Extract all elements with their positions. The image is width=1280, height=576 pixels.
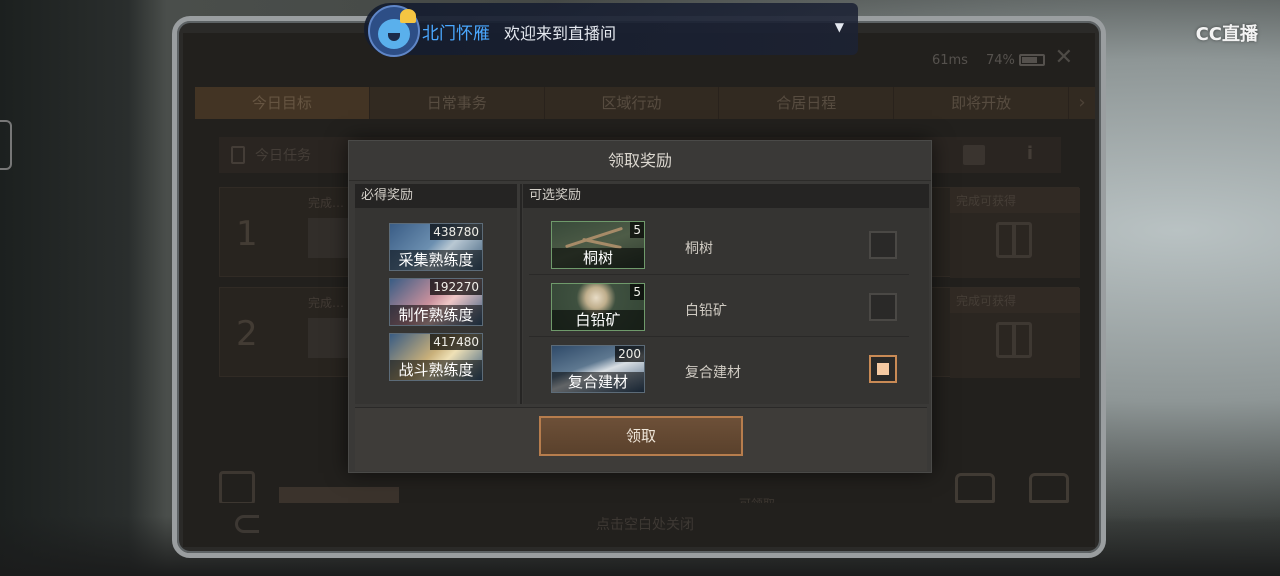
item-quantity: 417480	[430, 334, 482, 350]
optional-reward-row[interactable]: 200 复合建材 复合建材	[529, 341, 909, 399]
item-quantity: 192270	[430, 279, 482, 295]
reward-item[interactable]: 438780 采集熟练度	[389, 223, 483, 271]
viewer-name: 北门怀雁	[422, 24, 490, 44]
reward-item[interactable]: 5 白铅矿	[551, 283, 645, 331]
platform-logo: CC直播	[1195, 24, 1258, 45]
select-checkbox[interactable]	[869, 293, 897, 321]
item-name: 复合建材	[552, 372, 644, 392]
optional-reward-row[interactable]: 5 白铅矿 白铅矿	[529, 279, 909, 337]
optional-reward-row[interactable]: 5 桐树 桐树	[529, 217, 909, 275]
optional-rewards-header: 可选奖励	[523, 184, 929, 208]
reward-dialog: 领取奖励 必得奖励 可选奖励 438780 采集熟练度 192270 制作熟练度…	[348, 140, 932, 473]
mascot-icon	[378, 19, 410, 49]
stream-welcome-notice: 北门怀雁 欢迎来到直播间 ▼	[364, 3, 858, 57]
item-quantity: 5	[630, 284, 644, 300]
optional-item-label: 桐树	[685, 241, 713, 257]
item-name: 采集熟练度	[390, 250, 482, 270]
reward-item[interactable]: 5 桐树	[551, 221, 645, 269]
item-name: 制作熟练度	[390, 305, 482, 325]
reward-item[interactable]: 417480 战斗熟练度	[389, 333, 483, 381]
optional-item-label: 复合建材	[685, 365, 741, 381]
reward-item[interactable]: 200 复合建材	[551, 345, 645, 393]
item-name: 桐树	[552, 248, 644, 268]
dialog-title: 领取奖励	[349, 141, 931, 181]
item-name: 白铅矿	[552, 310, 644, 330]
side-handle	[0, 120, 12, 170]
item-quantity: 438780	[430, 224, 482, 240]
welcome-message: 欢迎来到直播间	[504, 24, 617, 43]
reward-item[interactable]: 192270 制作熟练度	[389, 278, 483, 326]
column-divider	[520, 184, 522, 404]
select-checkbox[interactable]	[869, 231, 897, 259]
item-quantity: 200	[615, 346, 644, 362]
item-quantity: 5	[630, 222, 644, 238]
avatar	[368, 5, 420, 57]
guaranteed-rewards-header: 必得奖励	[355, 184, 517, 208]
caret-down-icon[interactable]: ▼	[835, 20, 844, 34]
select-checkbox-checked[interactable]	[869, 355, 897, 383]
dialog-footer: 领取	[355, 407, 927, 471]
item-name: 战斗熟练度	[390, 360, 482, 380]
crown-icon	[400, 9, 416, 23]
claim-button[interactable]: 领取	[539, 416, 743, 456]
optional-item-label: 白铅矿	[685, 303, 727, 319]
